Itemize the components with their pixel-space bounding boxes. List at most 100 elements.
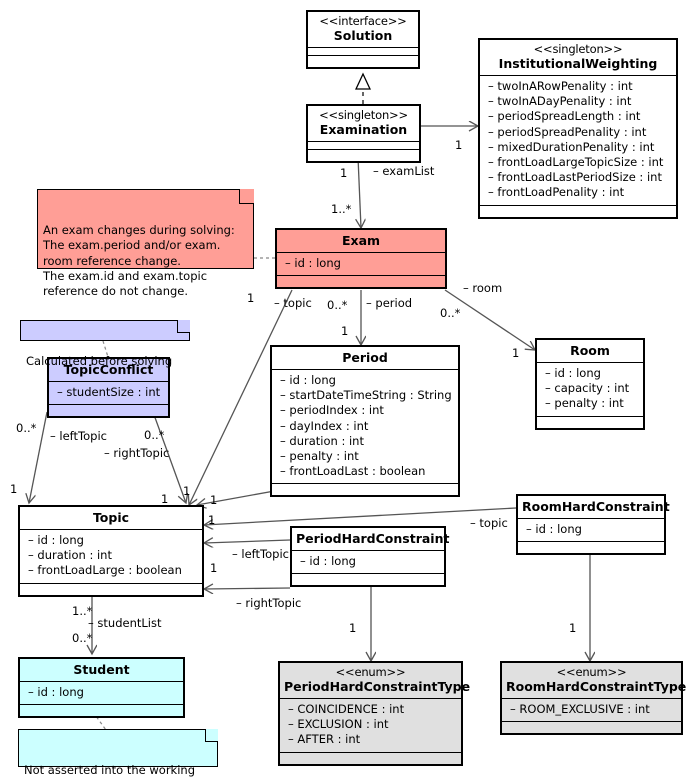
class-attribute: – frontLoadPenality : int — [488, 185, 625, 200]
label-phc-left-role: – leftTopic — [232, 547, 289, 561]
label-exam-room-mult: 0..* — [440, 306, 461, 320]
class-period-header: Period — [272, 347, 458, 370]
label-room-mult: 1 — [512, 346, 520, 360]
label-topic-student-role: – studentList — [88, 616, 162, 630]
class-attribute: – frontLoadLast : boolean — [280, 464, 426, 479]
class-examination[interactable]: <<singleton>> Examination — [306, 104, 421, 163]
class-room-hard-constraint-type[interactable]: <<enum>> RoomHardConstraintType – ROOM_E… — [500, 661, 687, 736]
class-examination-name: Examination — [319, 122, 408, 137]
class-attribute: – id : long — [285, 256, 341, 270]
class-examination-attributes — [308, 142, 419, 150]
label-rhc-type-mult: 1 — [569, 621, 577, 635]
class-student-attributes: – id : long — [20, 682, 183, 706]
class-attribute: – id : long — [28, 533, 84, 547]
note-topic-conflict: Calculated before solving — [20, 320, 190, 368]
class-solution-stereotype: <<interface>> — [319, 14, 407, 28]
class-room-hard-constraint-operations — [518, 542, 664, 553]
class-topic-conflict-attributes: – studentSize : int — [49, 382, 168, 406]
class-student[interactable]: Student – id : long — [18, 657, 185, 719]
class-attribute: – periodSpreadPenality : int — [488, 124, 647, 139]
note-student-text: Not asserted into the working memory — [24, 762, 196, 777]
class-student-name: Student — [73, 662, 130, 677]
class-attribute: – id : long — [300, 554, 356, 568]
label-phc-type-mult: 1 — [349, 621, 357, 635]
class-institutional-weighting-name: InstitutionalWeighting — [498, 56, 658, 71]
class-attribute: – COINCIDENCE : int — [288, 702, 405, 716]
uml-class-diagram: <<interface>> Solution <<singleton>> Exa… — [0, 0, 692, 777]
label-phc-left-mult: 1 — [210, 561, 218, 575]
class-attribute: – duration : int — [280, 433, 364, 448]
class-attribute: – id : long — [526, 522, 582, 536]
class-room-operations — [537, 417, 643, 428]
class-period-hard-constraint-operations — [292, 574, 444, 585]
class-examination-header: <<singleton>> Examination — [308, 106, 419, 142]
class-period-hard-constraint-header: PeriodHardConstraint — [292, 528, 449, 551]
class-room-hard-constraint-type-stereotype: <<enum>> — [556, 665, 627, 679]
class-room[interactable]: Room – id : long – capacity : int – penalt… — [535, 338, 645, 430]
label-tc-right-target-mult: 1 — [183, 484, 191, 498]
class-institutional-weighting-operations — [480, 206, 676, 217]
class-attribute: – periodIndex : int — [280, 403, 384, 418]
class-attribute: – id : long — [545, 366, 601, 380]
class-attribute: – ROOM_EXCLUSIVE : int — [510, 702, 650, 716]
class-room-hard-constraint-type-attributes: – ROOM_EXCLUSIVE : int — [502, 699, 681, 723]
class-topic-attributes: – id : long – duration : int – frontLoadLa… — [20, 530, 202, 584]
class-student-header: Student — [20, 659, 183, 682]
class-attribute: – AFTER : int — [288, 732, 361, 747]
label-exam-room-role: – room — [463, 281, 503, 295]
label-tc-left-role: – leftTopic — [50, 429, 107, 443]
label-tc-left-target-mult: 1 — [10, 482, 18, 496]
class-room-hard-constraint-type-name: RoomHardConstraintType — [506, 679, 687, 694]
label-exam-period-role: – period — [366, 296, 413, 310]
class-solution-operations — [308, 56, 418, 67]
class-period-hard-constraint-type[interactable]: <<enum>> PeriodHardConstraintType – COIN… — [278, 661, 471, 766]
class-room-hard-constraint-attributes: – id : long — [518, 519, 664, 543]
class-attribute: – frontLoadLargeTopicSize : int — [488, 155, 664, 170]
class-period-hard-constraint-type-attributes: – COINCIDENCE : int – EXCLUSION : int – AF… — [280, 699, 461, 753]
label-period-mult: 1 — [341, 324, 349, 338]
class-attribute: – duration : int — [28, 548, 112, 563]
class-topic-header: Topic — [20, 507, 202, 530]
class-period-hard-constraint-type-name: PeriodHardConstraintType — [284, 679, 471, 694]
class-period[interactable]: Period – id : long – startDateTimeString … — [270, 345, 460, 498]
class-examination-stereotype: <<singleton>> — [319, 108, 408, 122]
class-room-hard-constraint-type-operations — [502, 722, 681, 733]
label-phc-right-role: – rightTopic — [236, 596, 302, 610]
class-room-hard-constraint[interactable]: RoomHardConstraint – id : long — [516, 494, 670, 556]
class-attribute: – studentSize : int — [57, 385, 161, 399]
note-exam-text: An exam changes during solving: The exam… — [43, 222, 235, 299]
class-attribute: – id : long — [280, 373, 336, 387]
label-tc-left-mult: 0..* — [16, 421, 37, 435]
class-exam-name: Exam — [341, 233, 381, 248]
class-attribute: – penalty : int — [280, 449, 359, 464]
label-tc-right-role: – rightTopic — [104, 446, 170, 460]
class-period-hard-constraint[interactable]: PeriodHardConstraint – id : long — [290, 526, 449, 588]
class-student-operations — [20, 705, 183, 716]
class-room-hard-constraint-header: RoomHardConstraint — [518, 496, 670, 519]
class-institutional-weighting-header: <<singleton>> InstitutionalWeighting — [480, 40, 676, 76]
class-attribute: – frontLoadLarge : boolean — [28, 563, 182, 578]
class-room-header: Room — [537, 340, 643, 363]
class-attribute: – capacity : int — [545, 381, 630, 396]
class-attribute: – penalty : int — [545, 396, 624, 411]
class-period-hard-constraint-type-header: <<enum>> PeriodHardConstraintType — [280, 663, 471, 699]
class-exam[interactable]: Exam – id : long — [275, 228, 447, 290]
class-examination-operations — [308, 150, 419, 161]
class-solution-name: Solution — [333, 28, 393, 43]
class-exam-operations — [277, 276, 445, 287]
class-topic[interactable]: Topic – id : long – duration : int – front… — [18, 505, 204, 597]
label-tc-right-mult: 0..* — [144, 428, 165, 442]
class-room-name: Room — [570, 343, 610, 358]
label-topic-from-exam-mult: 1 — [161, 492, 169, 506]
label-exam-period-mult: 0..* — [327, 298, 348, 312]
class-room-hard-constraint-type-header: <<enum>> RoomHardConstraintType — [502, 663, 687, 699]
class-attribute: – periodSpreadLength : int — [488, 109, 641, 124]
label-examination-exam-mult: 1 — [340, 166, 348, 180]
note-topic-conflict-text: Calculated before solving — [26, 353, 173, 368]
label-exam-examination-mult: 1..* — [331, 202, 352, 216]
class-solution[interactable]: <<interface>> Solution — [306, 10, 420, 69]
class-attribute: – dayIndex : int — [280, 418, 369, 433]
class-institutional-weighting[interactable]: <<singleton>> InstitutionalWeighting – t… — [478, 38, 678, 219]
class-period-hard-constraint-type-operations — [280, 753, 461, 764]
class-exam-header: Exam — [277, 230, 445, 253]
